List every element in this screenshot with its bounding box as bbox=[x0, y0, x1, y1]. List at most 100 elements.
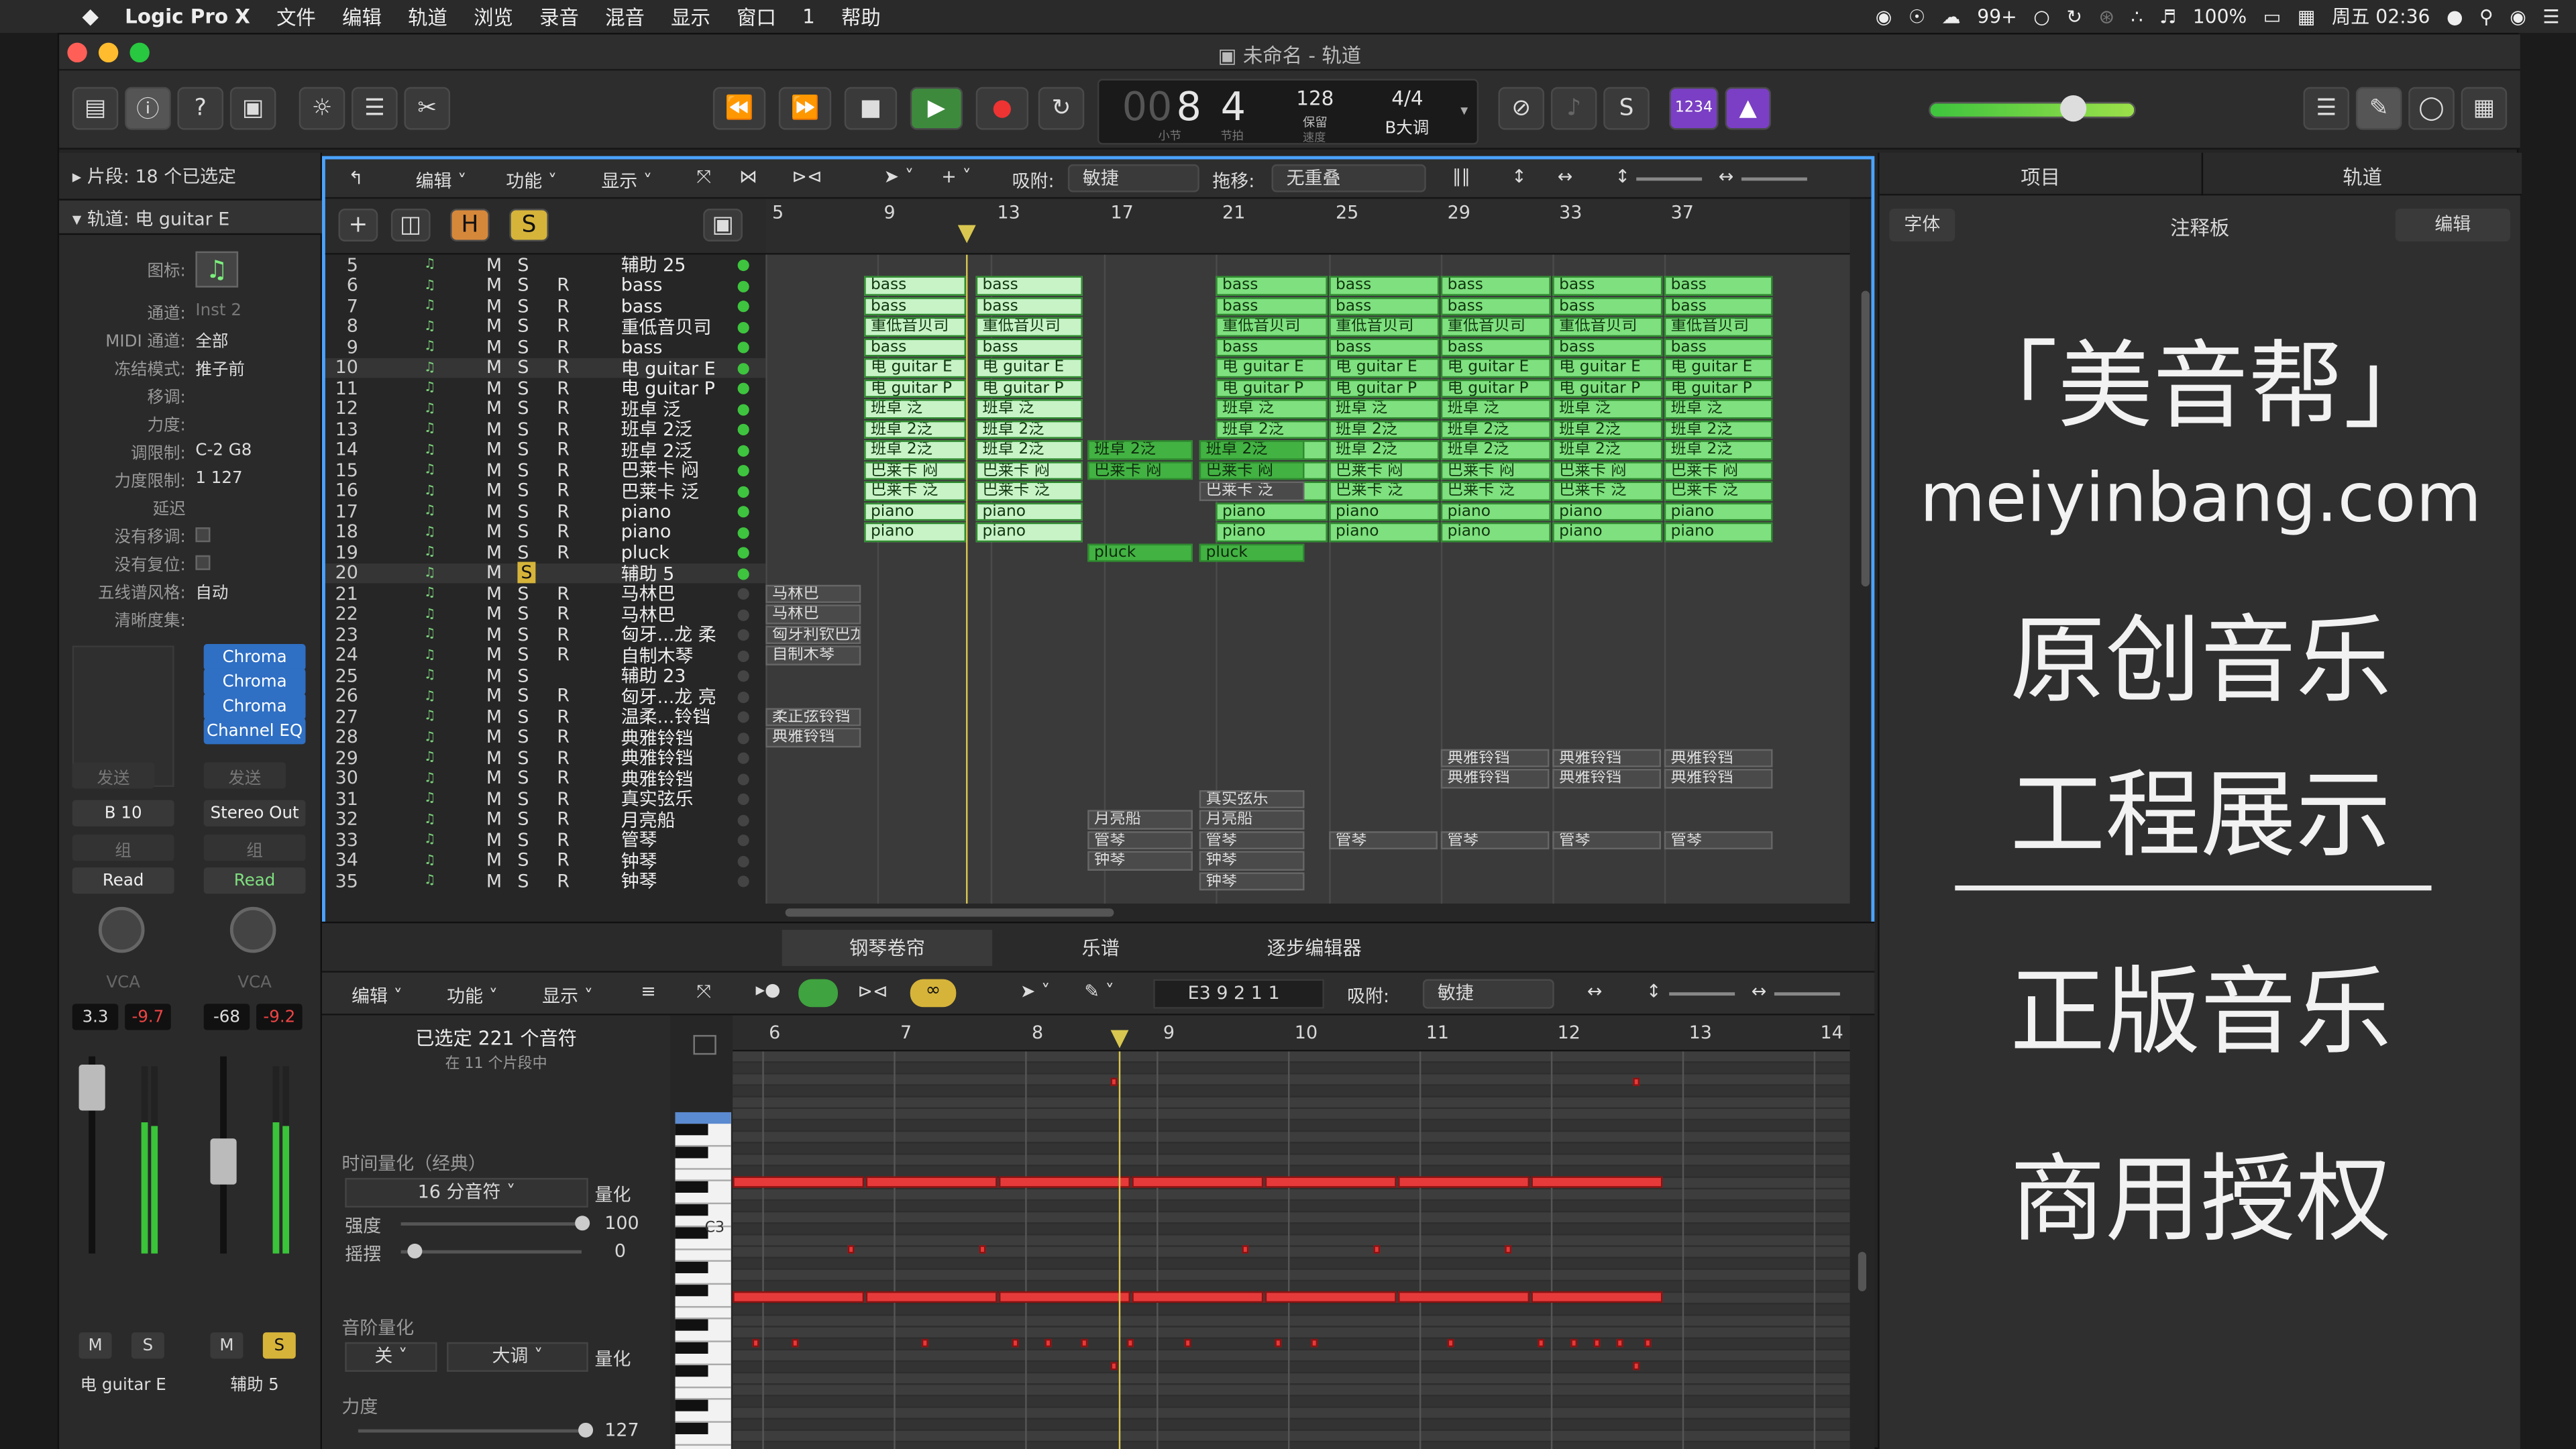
inspector-button[interactable]: ⓘ bbox=[125, 87, 171, 130]
menu-1[interactable]: 1 bbox=[790, 5, 828, 28]
region[interactable]: 巴莱卡 闷 bbox=[1664, 460, 1773, 480]
mute-button[interactable]: M bbox=[486, 747, 502, 769]
midi-note[interactable] bbox=[733, 1176, 865, 1188]
solo-button[interactable]: S bbox=[517, 645, 529, 666]
insp-row-midi[interactable]: MIDI 通道: 全部 bbox=[59, 325, 322, 354]
solo-button[interactable]: S bbox=[517, 829, 529, 851]
region[interactable]: 电 guitar E bbox=[864, 358, 967, 378]
region[interactable]: 电 guitar P bbox=[1552, 378, 1663, 398]
waveform-zoom-icon[interactable]: ∥∥ bbox=[1452, 166, 1470, 187]
midi-note[interactable] bbox=[1447, 1338, 1454, 1348]
region[interactable]: 真实弦乐 bbox=[1199, 789, 1305, 808]
piano-key[interactable] bbox=[675, 1181, 708, 1193]
hide-button[interactable]: H bbox=[450, 209, 490, 242]
lcd-display[interactable]: 00 8 4 小节 节拍 128 保留 速度 4/4 B大调 ▾ bbox=[1097, 78, 1479, 145]
record-enable-button[interactable]: R bbox=[557, 500, 570, 522]
region[interactable]: 班卓 泛 bbox=[1216, 399, 1328, 419]
track-row[interactable]: 32 ♫ M S R 月亮船 bbox=[325, 809, 765, 831]
region[interactable]: bass bbox=[1216, 337, 1328, 357]
midi-note[interactable] bbox=[1184, 1338, 1191, 1348]
track-name[interactable]: 钟琴 bbox=[621, 868, 657, 894]
mute-button[interactable]: M bbox=[486, 624, 502, 645]
mute-button[interactable]: M bbox=[486, 398, 502, 419]
record-enable-button[interactable]: R bbox=[557, 727, 570, 748]
mute-button[interactable]: M bbox=[486, 603, 502, 625]
region[interactable]: 电 guitar P bbox=[975, 378, 1083, 398]
record-enable-button[interactable]: R bbox=[557, 460, 570, 481]
solo-button[interactable]: S bbox=[517, 686, 529, 707]
region[interactable]: 班卓 2泛 bbox=[1329, 440, 1440, 460]
mute-button[interactable]: M bbox=[486, 521, 502, 543]
editor-playhead[interactable] bbox=[1118, 1051, 1121, 1449]
mixer-button[interactable]: ☰ bbox=[352, 87, 398, 130]
region[interactable]: 管琴 bbox=[1087, 830, 1193, 850]
tracks-menu-edit[interactable]: 编辑 ˅ bbox=[416, 168, 467, 194]
mute-button[interactable]: M bbox=[486, 583, 502, 604]
pointer-tool-icon[interactable]: ➤ ˅ bbox=[884, 166, 914, 187]
strip2-fader-cap[interactable] bbox=[210, 1138, 237, 1185]
mute-button[interactable]: M bbox=[486, 439, 502, 460]
region[interactable]: 管琴 bbox=[1552, 830, 1661, 850]
tab-piano-roll[interactable]: 钢琴卷帘 bbox=[782, 930, 993, 967]
piano-key[interactable] bbox=[675, 1227, 708, 1239]
track-on-led[interactable] bbox=[737, 444, 749, 456]
region[interactable]: piano bbox=[1664, 502, 1773, 521]
region[interactable]: bass bbox=[1216, 297, 1328, 316]
region[interactable]: 典雅铃铛 bbox=[1440, 769, 1550, 788]
track-on-led[interactable] bbox=[737, 670, 749, 682]
editor-hzoom-icon[interactable]: ↔ bbox=[1752, 981, 1767, 1002]
velocity-slider[interactable] bbox=[358, 1429, 588, 1433]
piano-key[interactable] bbox=[675, 1307, 731, 1320]
track-row[interactable]: 12 ♫ M S R 班卓 泛 bbox=[325, 398, 765, 420]
add-track-button[interactable]: + bbox=[338, 209, 378, 242]
record-enable-button[interactable]: R bbox=[557, 316, 570, 337]
track-on-led[interactable] bbox=[737, 301, 749, 313]
region[interactable]: 典雅铃铛 bbox=[1440, 748, 1550, 767]
track-on-led[interactable] bbox=[737, 608, 749, 621]
region[interactable]: 钟琴 bbox=[1087, 851, 1193, 870]
piano-key[interactable] bbox=[675, 1273, 731, 1285]
record-enable-button[interactable]: R bbox=[557, 829, 570, 851]
drag-select[interactable]: 无重叠 bbox=[1271, 164, 1426, 193]
strip2-group[interactable]: 组 bbox=[203, 835, 306, 861]
region[interactable]: 电 guitar P bbox=[1440, 378, 1551, 398]
midi-note[interactable] bbox=[1110, 1077, 1118, 1086]
tab-project[interactable]: 项目 bbox=[1880, 162, 2202, 191]
checkbox[interactable] bbox=[195, 527, 211, 543]
region[interactable]: piano bbox=[1440, 502, 1551, 521]
region[interactable]: 电 guitar E bbox=[1216, 358, 1328, 378]
editor-collapse-icon[interactable] bbox=[693, 1034, 716, 1055]
region[interactable]: bass bbox=[1440, 337, 1551, 357]
editor-menu-view[interactable]: 显示 ˅ bbox=[542, 983, 593, 1009]
editor-pencil-tool-icon[interactable]: ✎ ˅ bbox=[1084, 981, 1114, 1002]
track-row[interactable]: 24 ♫ M S R 自制木琴 bbox=[325, 645, 765, 667]
midi-note[interactable] bbox=[1110, 1362, 1118, 1371]
editor-ruler[interactable]: 6 7 8 9 10 11 12 13 14 bbox=[733, 1015, 1850, 1052]
solo-button[interactable]: S bbox=[517, 398, 529, 419]
midi-out-button[interactable] bbox=[798, 979, 838, 1008]
record-enable-button[interactable]: R bbox=[557, 624, 570, 645]
mute-button[interactable]: M bbox=[486, 767, 502, 789]
region[interactable]: piano bbox=[1216, 522, 1328, 541]
region[interactable]: 月亮船 bbox=[1199, 810, 1305, 829]
mute-button[interactable]: M bbox=[486, 788, 502, 810]
region[interactable]: 班卓 2泛 bbox=[1552, 440, 1663, 460]
strip1-automation[interactable]: Read bbox=[72, 867, 174, 894]
region[interactable]: 班卓 2泛 bbox=[1552, 419, 1663, 439]
track-row[interactable]: 34 ♫ M S R 钟琴 bbox=[325, 850, 765, 872]
solo-button[interactable]: S bbox=[517, 747, 529, 769]
region[interactable]: 月亮船 bbox=[1087, 810, 1193, 829]
midi-note[interactable] bbox=[1593, 1338, 1601, 1348]
tuner-button[interactable]: ♪ bbox=[1550, 87, 1597, 130]
piano-key[interactable] bbox=[675, 1193, 731, 1205]
region[interactable]: 巴莱卡 闷 bbox=[1199, 460, 1305, 480]
piano-key[interactable] bbox=[675, 1434, 731, 1446]
region[interactable]: 电 guitar P bbox=[1664, 378, 1773, 398]
track-row[interactable]: 31 ♫ M S R 真实弦乐 bbox=[325, 788, 765, 810]
mute-button[interactable]: M bbox=[486, 480, 502, 502]
region[interactable]: bass bbox=[1440, 276, 1551, 295]
track-row[interactable]: 35 ♫ M S R 钟琴 bbox=[325, 868, 765, 894]
solo-button[interactable]: S bbox=[517, 583, 529, 604]
insp-row-velocity[interactable]: 力度: bbox=[59, 409, 322, 437]
region[interactable]: 巴莱卡 闷 bbox=[864, 460, 967, 480]
